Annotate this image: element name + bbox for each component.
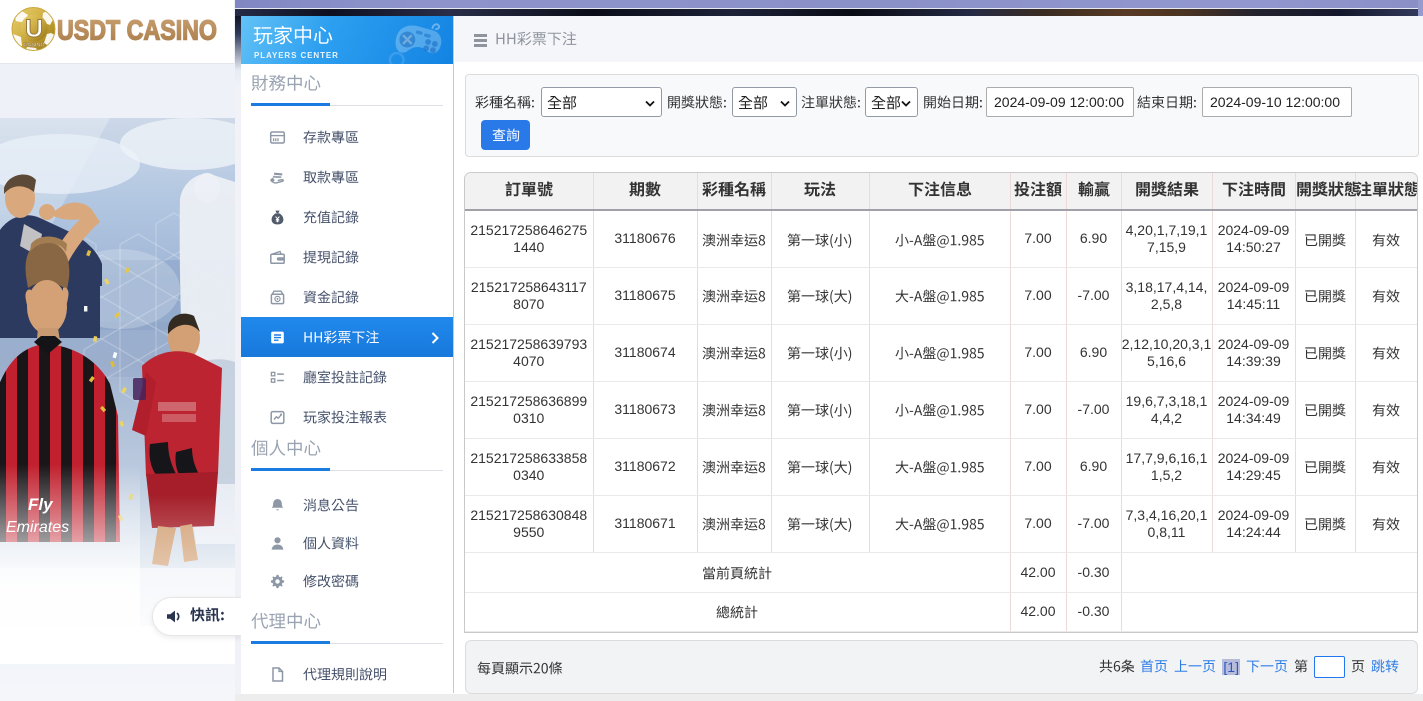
svg-text:CASINO: CASINO bbox=[23, 43, 45, 49]
svg-text:USDT CASINO: USDT CASINO bbox=[57, 15, 217, 46]
svg-text:U: U bbox=[25, 15, 43, 43]
